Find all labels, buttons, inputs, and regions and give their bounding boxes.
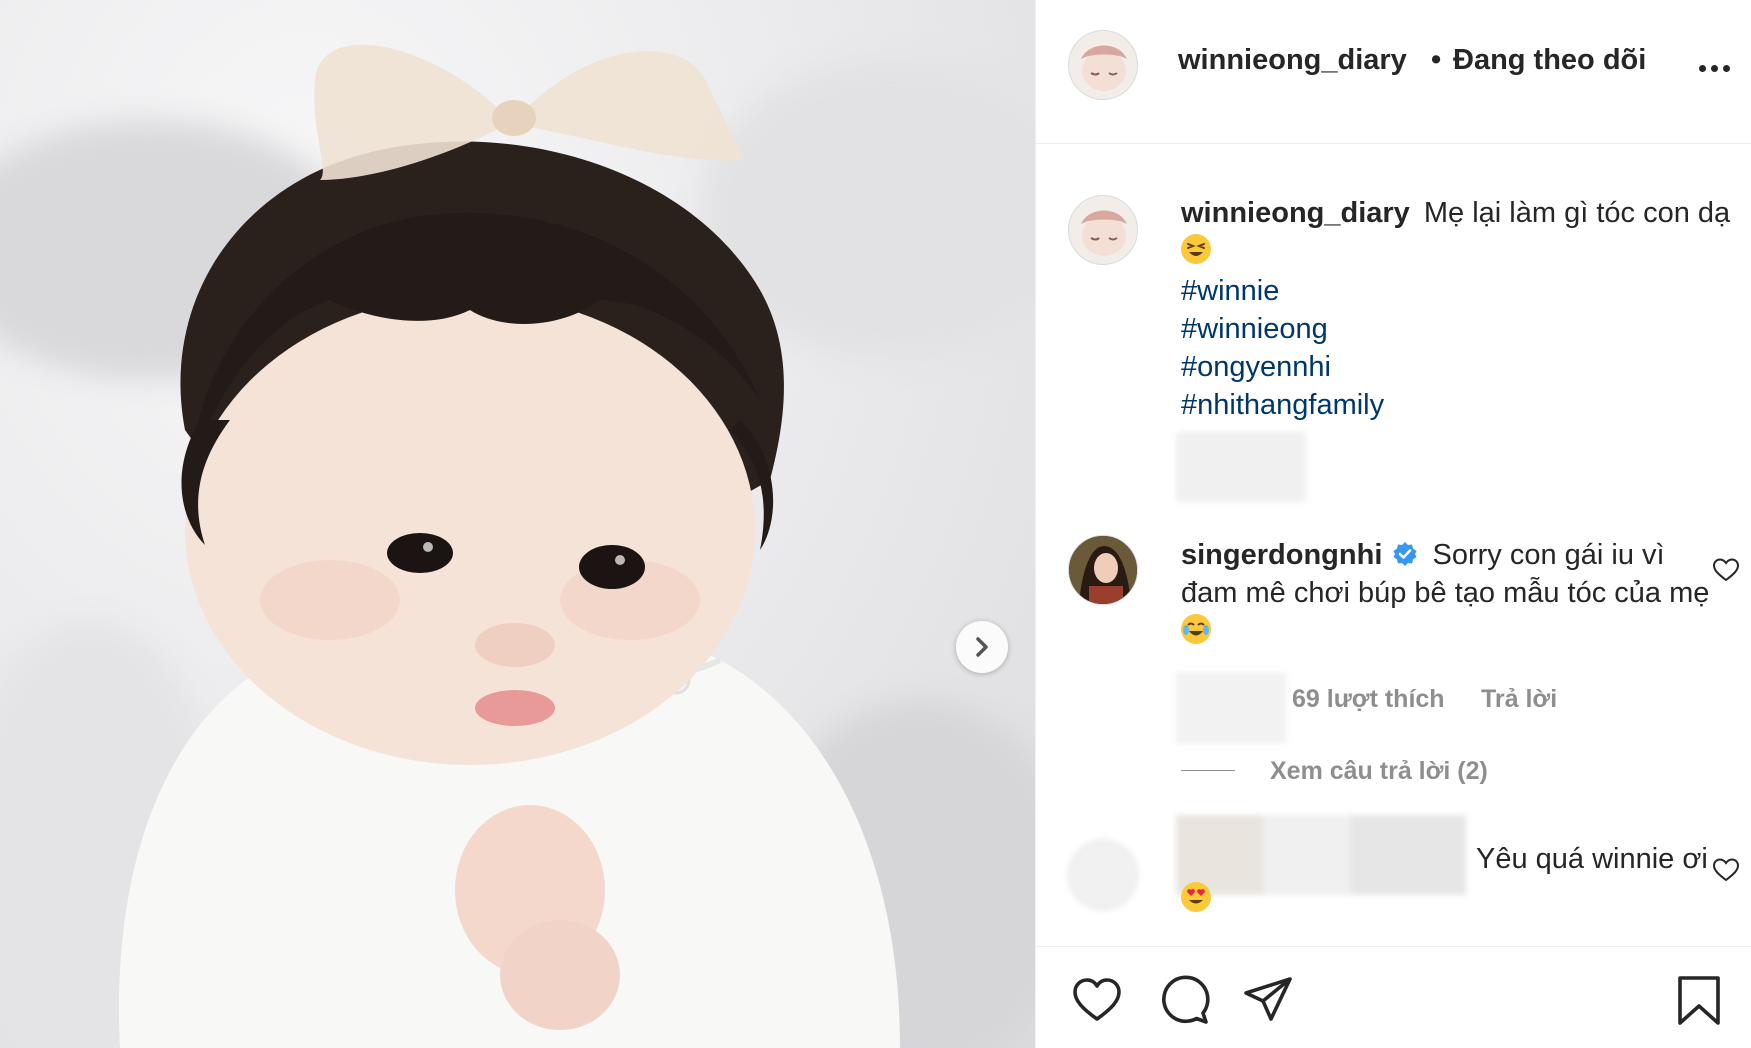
hashtag-link[interactable]: #ongyennhi	[1181, 348, 1384, 386]
comment-like-count[interactable]: 69 lượt thích	[1292, 685, 1445, 714]
comment-icon[interactable]	[1157, 973, 1211, 1027]
commenter-avatar-image	[1069, 536, 1137, 604]
caption-avatar[interactable]	[1068, 195, 1138, 265]
commenter-avatar-blurred[interactable]	[1068, 840, 1138, 910]
follow-separator: •	[1431, 44, 1442, 76]
like-comment-heart-icon[interactable]	[1712, 556, 1740, 584]
blurred-caption-meta	[1176, 432, 1306, 502]
next-photo-button[interactable]	[956, 621, 1008, 673]
like-comment-heart-icon[interactable]	[1712, 856, 1740, 884]
hashtag-link[interactable]: #nhithangfamily	[1181, 386, 1384, 424]
chevron-right-icon	[976, 637, 988, 657]
caption: winnieong_diary Mẹ lại làm gì tóc con dạ	[1181, 194, 1741, 270]
comment-username[interactable]: singerdongnhi	[1181, 539, 1382, 571]
smiling-face-with-heart-eyes-icon	[1181, 882, 1211, 912]
more-icon-dot	[1723, 64, 1730, 72]
verified-badge-icon	[1393, 542, 1417, 566]
more-icon-dot	[1699, 64, 1706, 72]
bookmark-icon[interactable]	[1672, 973, 1726, 1027]
heart-icon[interactable]	[1070, 973, 1124, 1027]
caption-text: Mẹ lại làm gì tóc con dạ	[1423, 197, 1731, 229]
blurred-comment-meta	[1176, 672, 1286, 744]
hashtag-link[interactable]: #winnie	[1181, 272, 1384, 310]
blurred-commenter-name	[1176, 815, 1466, 895]
paper-plane-icon[interactable]	[1241, 973, 1295, 1027]
more-options-button[interactable]	[1699, 56, 1739, 80]
caption-avatar-image	[1081, 210, 1127, 256]
author-avatar[interactable]	[1068, 30, 1138, 100]
author-username[interactable]: winnieong_diary	[1178, 44, 1407, 77]
comment-reply-button[interactable]: Trả lời	[1481, 685, 1557, 714]
post-header: winnieong_diary • Đang theo dõi	[1036, 0, 1751, 144]
comment-text: Yêu quá winnie ơi	[1476, 843, 1708, 875]
post-photo	[0, 0, 1035, 1048]
follow-status[interactable]: Đang theo dõi	[1453, 44, 1646, 77]
caption-username[interactable]: winnieong_diary	[1181, 197, 1410, 229]
action-bar	[1036, 946, 1751, 1048]
view-replies-button[interactable]: Xem câu trả lời (2)	[1270, 757, 1488, 786]
hashtag-list: #winnie #winnieong #ongyennhi #nhithangf…	[1181, 272, 1384, 424]
view-replies-line	[1181, 770, 1235, 771]
face-with-tears-of-joy-icon	[1181, 614, 1211, 644]
grinning-squinting-face-icon	[1181, 234, 1211, 264]
comment: singerdongnhi Sorry con gái iu vì đam mê…	[1181, 536, 1721, 650]
more-icon-dot	[1711, 64, 1718, 72]
commenter-avatar[interactable]	[1068, 535, 1138, 605]
post-side-panel: winnieong_diary • Đang theo dõi winnieon…	[1035, 0, 1751, 1048]
author-avatar-image	[1081, 45, 1127, 91]
hashtag-link[interactable]: #winnieong	[1181, 310, 1384, 348]
baby-illustration	[118, 44, 900, 1048]
